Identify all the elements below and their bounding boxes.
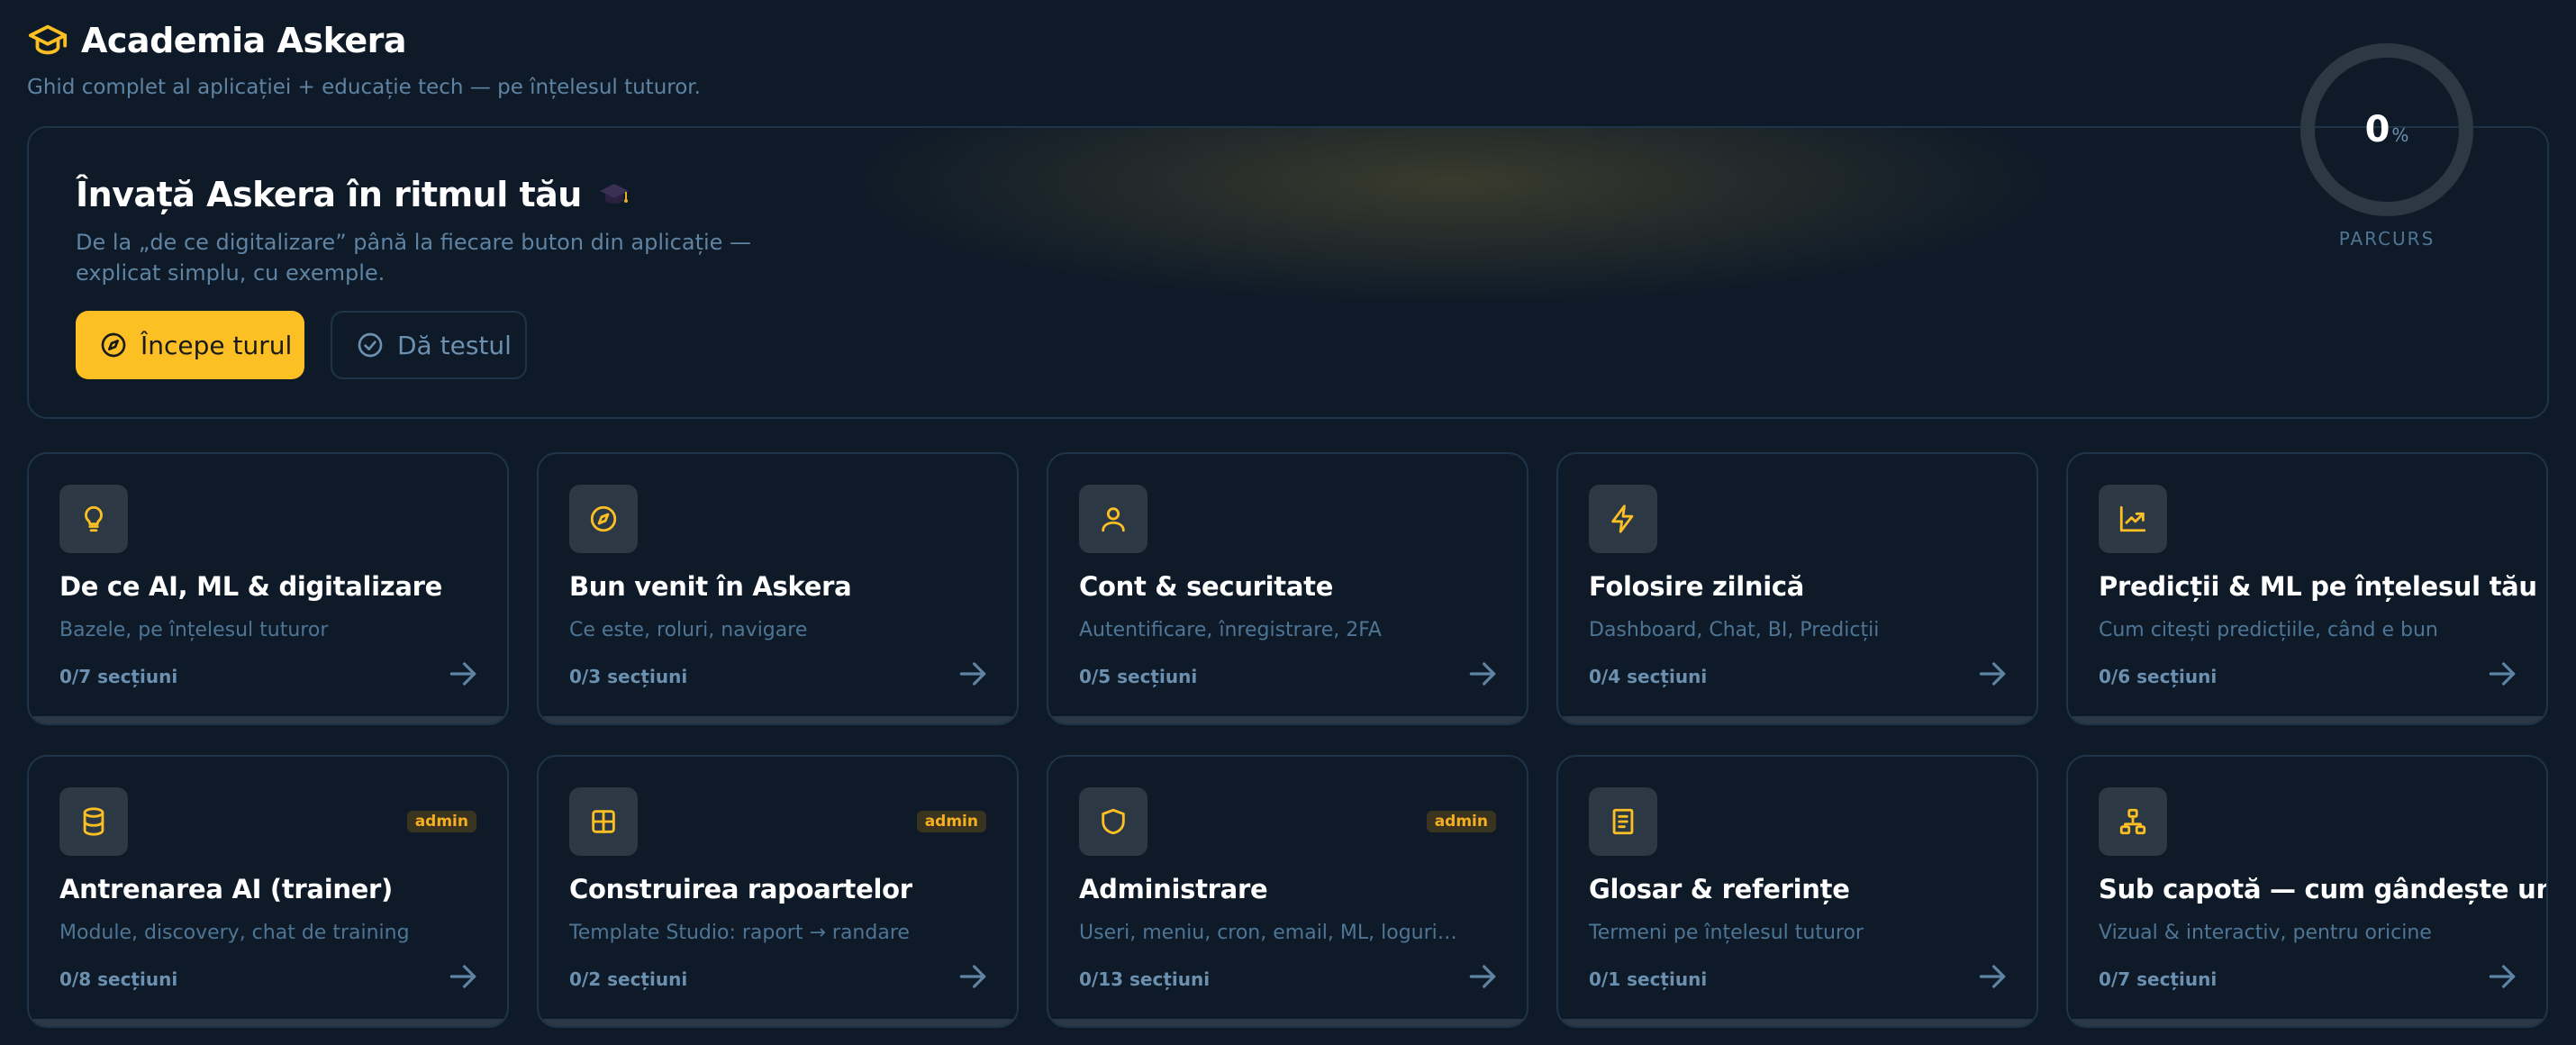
card-subtitle: Ce este, roluri, navigare bbox=[569, 619, 808, 641]
arrow-right-icon bbox=[446, 959, 480, 994]
page-title: Academia Askera bbox=[81, 21, 406, 60]
hero-panel: Învață Askera în ritmul tău De la „de ce… bbox=[27, 126, 2549, 419]
card-subtitle: Bazele, pe înțelesul tuturor bbox=[59, 619, 329, 641]
trending-chart-icon bbox=[2099, 485, 2167, 553]
arrow-right-icon bbox=[956, 657, 990, 691]
card-progress: 0/6 secțiuni bbox=[2099, 666, 2218, 687]
card-progress-bar bbox=[539, 1019, 1017, 1026]
hero-description: De la „de ce digitalizare” până la fieca… bbox=[76, 230, 752, 286]
card-account-security[interactable]: Cont & securitate Autentificare, înregis… bbox=[1047, 452, 1528, 725]
card-progress-bar bbox=[29, 716, 507, 723]
card-subtitle: Vizual & interactiv, pentru oricine bbox=[2099, 922, 2432, 944]
card-subtitle: Useri, meniu, cron, email, ML, loguri… bbox=[1079, 922, 1457, 944]
take-test-label: Dă testul bbox=[397, 330, 512, 360]
card-title: Construirea rapoartelor bbox=[569, 874, 912, 904]
card-progress-bar bbox=[2068, 1019, 2546, 1026]
arrow-right-icon bbox=[1975, 657, 2009, 691]
admin-badge: admin bbox=[1426, 811, 1496, 832]
progress-ring: 0 % bbox=[2297, 40, 2477, 220]
card-progress: 0/2 secțiuni bbox=[569, 968, 688, 990]
card-title: Bun venit în Askera bbox=[569, 571, 852, 602]
check-circle-icon bbox=[356, 331, 385, 359]
network-icon bbox=[2099, 787, 2167, 856]
card-progress-bar bbox=[1558, 716, 2036, 723]
database-icon bbox=[59, 787, 128, 856]
arrow-right-icon bbox=[956, 959, 990, 994]
card-progress: 0/5 secțiuni bbox=[1079, 666, 1198, 687]
compass-icon bbox=[99, 331, 128, 359]
admin-badge: admin bbox=[406, 811, 476, 832]
card-subtitle: Dashboard, Chat, BI, Predicții bbox=[1589, 619, 1880, 641]
card-subtitle: Termeni pe înțelesul tuturor bbox=[1589, 922, 1864, 944]
card-subtitle: Module, discovery, chat de training bbox=[59, 922, 410, 944]
progress-value: 0 bbox=[2364, 109, 2390, 150]
admin-badge: admin bbox=[916, 811, 986, 832]
card-title: Predicții & ML pe înțelesul tău bbox=[2099, 571, 2537, 602]
lightning-icon bbox=[1589, 485, 1657, 553]
arrow-right-icon bbox=[1465, 959, 1500, 994]
book-icon bbox=[1589, 787, 1657, 856]
card-title: Cont & securitate bbox=[1079, 571, 1334, 602]
card-progress-bar bbox=[1048, 1019, 1527, 1026]
graduation-cap-emoji-icon bbox=[596, 177, 632, 213]
arrow-right-icon bbox=[1465, 657, 1500, 691]
card-progress: 0/13 secțiuni bbox=[1079, 968, 1211, 990]
card-subtitle: Cum citești predicțiile, când e bun bbox=[2099, 619, 2438, 641]
user-icon bbox=[1079, 485, 1147, 553]
card-title: De ce AI, ML & digitalizare bbox=[59, 571, 442, 602]
page-header: Academia Askera Ghid complet al aplicați… bbox=[27, 20, 701, 99]
take-test-button[interactable]: Dă testul bbox=[331, 311, 527, 379]
shield-icon bbox=[1079, 787, 1147, 856]
arrow-right-icon bbox=[2485, 959, 2519, 994]
card-progress: 0/7 secțiuni bbox=[59, 666, 178, 687]
card-predictions-ml[interactable]: Predicții & ML pe înțelesul tău Cum cite… bbox=[2066, 452, 2548, 725]
start-tour-label: Începe turul bbox=[141, 330, 293, 360]
card-progress: 0/8 secțiuni bbox=[59, 968, 178, 990]
card-title: Antrenarea AI (trainer) bbox=[59, 874, 394, 904]
card-progress: 0/7 secțiuni bbox=[2099, 968, 2218, 990]
card-build-reports[interactable]: admin Construirea rapoartelor Template S… bbox=[537, 755, 1019, 1028]
card-glossary[interactable]: Glosar & referințe Termeni pe înțelesul … bbox=[1556, 755, 2038, 1028]
card-subtitle: Autentificare, înregistrare, 2FA bbox=[1079, 619, 1382, 641]
card-progress-bar bbox=[1048, 716, 1527, 723]
arrow-right-icon bbox=[2485, 657, 2519, 691]
progress-unit: % bbox=[2391, 124, 2409, 146]
card-ai-training[interactable]: admin Antrenarea AI (trainer) Module, di… bbox=[27, 755, 509, 1028]
card-progress-bar bbox=[29, 1019, 507, 1026]
card-subtitle: Template Studio: raport → randare bbox=[569, 922, 910, 944]
card-welcome-askera[interactable]: Bun venit în Askera Ce este, roluri, nav… bbox=[537, 452, 1019, 725]
card-title: Administrare bbox=[1079, 874, 1268, 904]
card-progress: 0/4 secțiuni bbox=[1589, 666, 1708, 687]
card-title: Sub capotă — cum gândește un AI bbox=[2099, 874, 2548, 904]
layout-grid-icon bbox=[569, 787, 638, 856]
card-progress-bar bbox=[1558, 1019, 2036, 1026]
card-progress: 0/3 secțiuni bbox=[569, 666, 688, 687]
page-subtitle: Ghid complet al aplicației + educație te… bbox=[27, 76, 701, 99]
hero-title: Învață Askera în ritmul tău bbox=[76, 175, 582, 214]
arrow-right-icon bbox=[446, 657, 480, 691]
card-progress-bar bbox=[539, 716, 1017, 723]
card-progress: 0/1 secțiuni bbox=[1589, 968, 1708, 990]
card-under-the-hood[interactable]: Sub capotă — cum gândește un AI Vizual &… bbox=[2066, 755, 2548, 1028]
card-daily-use[interactable]: Folosire zilnică Dashboard, Chat, BI, Pr… bbox=[1556, 452, 2038, 725]
card-title: Folosire zilnică bbox=[1589, 571, 1804, 602]
card-progress-bar bbox=[2068, 716, 2546, 723]
start-tour-button[interactable]: Începe turul bbox=[76, 311, 304, 379]
compass-icon bbox=[569, 485, 638, 553]
arrow-right-icon bbox=[1975, 959, 2009, 994]
card-ai-ml-digitalization[interactable]: De ce AI, ML & digitalizare Bazele, pe î… bbox=[27, 452, 509, 725]
card-administration[interactable]: admin Administrare Useri, meniu, cron, e… bbox=[1047, 755, 1528, 1028]
graduation-cap-icon bbox=[27, 20, 68, 61]
card-title: Glosar & referințe bbox=[1589, 874, 1850, 904]
lightbulb-icon bbox=[59, 485, 128, 553]
progress-label: PARCURS bbox=[2338, 228, 2435, 250]
